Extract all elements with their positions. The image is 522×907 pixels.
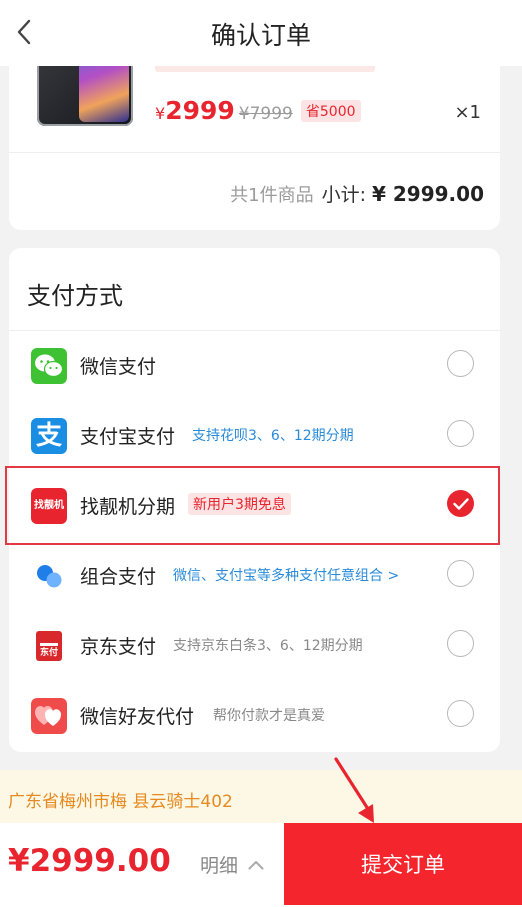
- jd-pay-icon: 东付: [31, 628, 67, 664]
- payment-tag: 支持花呗3、6、12期分期: [192, 428, 354, 444]
- payment-name: 支付宝支付: [80, 426, 176, 448]
- header: 确认订单: [0, 0, 522, 66]
- payment-option-friend[interactable]: 微信好友代付 帮你付款才是真爱: [9, 681, 500, 751]
- payment-option-wechat[interactable]: 微信支付: [9, 331, 500, 401]
- selected-payment-highlight: [5, 466, 500, 545]
- friend-pay-icon: [31, 698, 67, 734]
- footer-bar: ¥2999.00 明细 提交订单: [0, 823, 522, 907]
- product-quantity: ×1: [454, 102, 481, 123]
- payment-option-combined[interactable]: 组合支付 微信、支付宝等多种支付任意组合 >: [9, 541, 500, 611]
- subtotal-value: ¥ 2999.00: [372, 182, 484, 206]
- payment-option-jd[interactable]: 东付 京东支付 支持京东白条3、6、12期分期: [9, 611, 500, 681]
- detail-toggle[interactable]: 明细: [200, 851, 264, 878]
- payment-name: 京东支付: [80, 636, 157, 658]
- payment-tag: 帮你付款才是真爱: [213, 708, 325, 724]
- combined-pay-icon: [31, 558, 67, 594]
- footer-total-price: ¥2999.00: [8, 843, 171, 879]
- order-content: ¥ 2999 ¥7999 省5000 ×1 共1件商品 小计: ¥ 2999.0…: [0, 0, 522, 830]
- payment-name: 微信好友代付: [80, 706, 195, 728]
- subtotal-row: 共1件商品 小计: ¥ 2999.00: [230, 180, 484, 207]
- subtotal-label: 小计:: [321, 184, 367, 206]
- radio-combined[interactable]: [447, 560, 474, 587]
- payment-name: 组合支付: [80, 566, 157, 588]
- page-title: 确认订单: [210, 21, 311, 50]
- radio-friend[interactable]: [447, 700, 474, 727]
- payment-title: 支付方式: [27, 282, 123, 310]
- original-price: ¥7999: [238, 104, 293, 124]
- radio-alipay[interactable]: [447, 420, 474, 447]
- detail-label: 明细: [200, 855, 239, 877]
- price-row: ¥ 2999 ¥7999 省5000: [155, 96, 361, 125]
- divider: [9, 152, 500, 153]
- save-badge: 省5000: [300, 100, 361, 122]
- address-bar[interactable]: 广东省梅州市梅 县云骑士402: [0, 770, 522, 825]
- radio-wechat[interactable]: [447, 350, 474, 377]
- alipay-icon: 支: [31, 418, 67, 454]
- payment-tag[interactable]: 微信、支付宝等多种支付任意组合 >: [173, 565, 399, 585]
- radio-jd[interactable]: [447, 630, 474, 657]
- item-count: 共1件商品: [230, 185, 314, 206]
- payment-tag: 支持京东白条3、6、12期分期: [173, 638, 363, 654]
- annotation-arrow-icon: [334, 757, 374, 823]
- wechat-pay-icon: [31, 348, 67, 384]
- submit-order-button[interactable]: 提交订单: [284, 823, 522, 905]
- payment-name: 微信支付: [80, 356, 157, 378]
- chevron-up-icon: [248, 860, 264, 869]
- product-price: 2999: [165, 96, 235, 125]
- payment-option-alipay[interactable]: 支 支付宝支付 支持花呗3、6、12期分期: [9, 401, 500, 471]
- price-symbol: ¥: [155, 104, 166, 123]
- address-text: 广东省梅州市梅 县云骑士402: [8, 792, 233, 812]
